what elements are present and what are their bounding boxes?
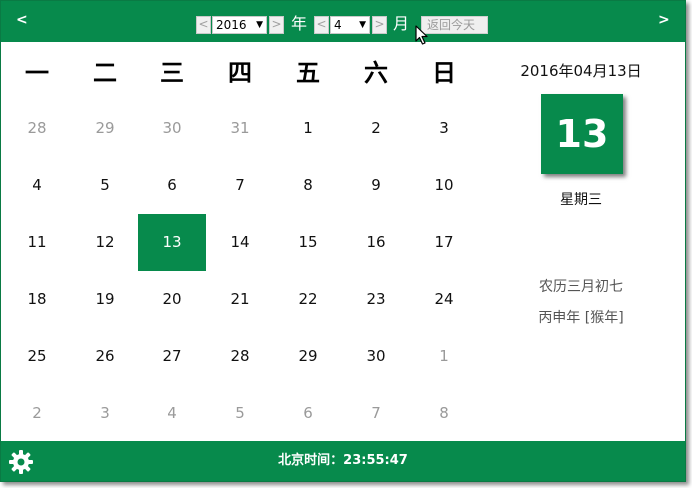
day-cell[interactable]: 18 (3, 271, 71, 328)
day-cell[interactable]: 17 (410, 214, 478, 271)
day-cell-adjacent-month[interactable]: 2 (3, 385, 71, 442)
day-cell[interactable]: 6 (138, 157, 206, 214)
year-unit-label: 年 (291, 14, 308, 33)
selected-day-box: 13 (541, 94, 623, 174)
day-cell[interactable]: 22 (274, 271, 342, 328)
day-cell[interactable]: 5 (71, 157, 139, 214)
day-cell-adjacent-month[interactable]: 6 (274, 385, 342, 442)
day-cell[interactable]: 30 (342, 328, 410, 385)
month-unit-label: 月 (393, 14, 410, 33)
mouse-pointer-icon (415, 25, 428, 45)
day-cell[interactable]: 8 (274, 157, 342, 214)
weekday-label: 四 (228, 59, 252, 87)
chevron-down-icon: ▼ (359, 20, 366, 30)
year-select-value: 2016 (216, 18, 247, 32)
day-cell-adjacent-month[interactable]: 8 (410, 385, 478, 442)
weekday-label: 日 (432, 59, 456, 87)
selected-weekday-name: 星期三 (560, 192, 602, 208)
day-cell[interactable]: 2 (342, 100, 410, 157)
day-cell[interactable]: 14 (206, 214, 274, 271)
lunar-date: 农历三月初七 (539, 279, 623, 295)
calendar-window: < < 2016 ▼ > 年 < 4 ▼ > 月 返回今天 > 一二三四五六日 … (0, 0, 686, 482)
next-month-button[interactable]: > (658, 12, 670, 28)
day-cell-adjacent-month[interactable]: 30 (138, 100, 206, 157)
day-cell-adjacent-month[interactable]: 4 (138, 385, 206, 442)
month-increment-button[interactable]: > (372, 16, 387, 34)
day-cell-adjacent-month[interactable]: 29 (71, 100, 139, 157)
weekday-label: 五 (296, 59, 320, 87)
day-cell[interactable]: 4 (3, 157, 71, 214)
year-increment-button[interactable]: > (269, 16, 284, 34)
day-cell[interactable]: 20 (138, 271, 206, 328)
day-cell-adjacent-month[interactable]: 3 (71, 385, 139, 442)
weekday-label: 一 (25, 59, 49, 87)
day-cell[interactable]: 15 (274, 214, 342, 271)
calendar-header: < < 2016 ▼ > 年 < 4 ▼ > 月 返回今天 > (1, 1, 685, 42)
day-cell[interactable]: 21 (206, 271, 274, 328)
weekday-label: 三 (160, 59, 184, 87)
calendar-footer: 北京时间：23:55:47 (1, 441, 685, 481)
month-select-value: 4 (334, 18, 342, 32)
day-cell-adjacent-month[interactable]: 31 (206, 100, 274, 157)
day-cell-selected[interactable]: 13 (138, 214, 206, 271)
day-cell-adjacent-month[interactable]: 1 (410, 328, 478, 385)
chevron-down-icon: ▼ (256, 20, 263, 30)
back-to-today-button[interactable]: 返回今天 (421, 16, 488, 34)
year-select[interactable]: 2016 ▼ (212, 16, 267, 34)
day-cell[interactable]: 10 (410, 157, 478, 214)
month-decrement-button[interactable]: < (314, 16, 329, 34)
prev-month-button[interactable]: < (16, 12, 28, 28)
day-cell[interactable]: 3 (410, 100, 478, 157)
year-decrement-button[interactable]: < (196, 16, 211, 34)
day-cell[interactable]: 29 (274, 328, 342, 385)
day-cell-adjacent-month[interactable]: 5 (206, 385, 274, 442)
day-cell[interactable]: 24 (410, 271, 478, 328)
weekday-label: 二 (93, 59, 117, 87)
day-cell[interactable]: 27 (138, 328, 206, 385)
day-cell[interactable]: 9 (342, 157, 410, 214)
day-cell[interactable]: 25 (3, 328, 71, 385)
day-cell[interactable]: 26 (71, 328, 139, 385)
selected-full-date: 2016年04月13日 (520, 62, 642, 80)
day-cell-adjacent-month[interactable]: 7 (342, 385, 410, 442)
beijing-time-clock: 北京时间：23:55:47 (278, 453, 408, 468)
day-cell-adjacent-month[interactable]: 28 (3, 100, 71, 157)
day-cell[interactable]: 16 (342, 214, 410, 271)
day-cell[interactable]: 23 (342, 271, 410, 328)
weekday-label: 六 (364, 59, 388, 87)
day-cell[interactable]: 11 (3, 214, 71, 271)
ganzhi-year: 丙申年 [猴年] (538, 310, 624, 326)
day-cell[interactable]: 28 (206, 328, 274, 385)
day-cell[interactable]: 7 (206, 157, 274, 214)
month-select[interactable]: 4 ▼ (330, 16, 370, 34)
day-cell[interactable]: 12 (71, 214, 139, 271)
day-cell[interactable]: 19 (71, 271, 139, 328)
day-cell[interactable]: 1 (274, 100, 342, 157)
